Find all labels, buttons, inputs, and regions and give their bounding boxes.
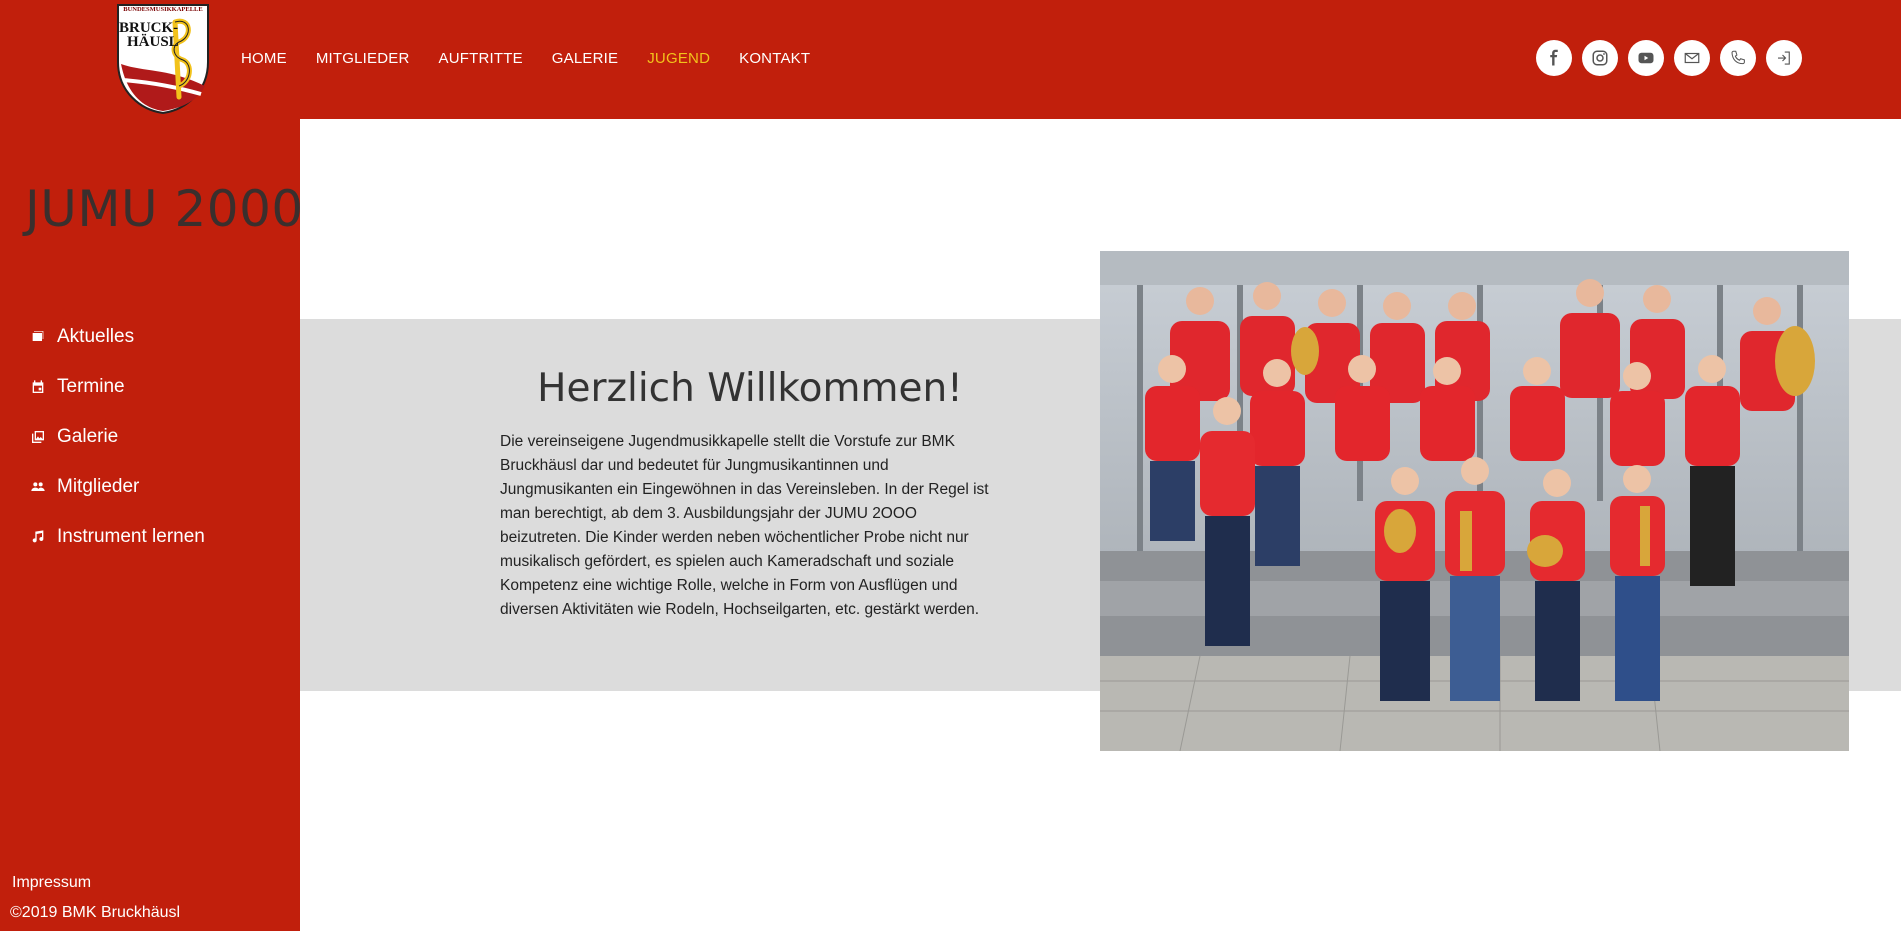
facebook-button[interactable] [1536, 40, 1572, 76]
music-note-icon [32, 530, 44, 543]
nav-jugend[interactable]: JUGEND [647, 50, 710, 67]
logo-line2: HÄUSL [127, 34, 179, 50]
welcome-text: Die vereinseigene Jugendmusikkapelle ste… [500, 433, 989, 618]
nav-home[interactable]: HOME [241, 50, 287, 67]
nav-mitglieder[interactable]: MITGLIEDER [316, 50, 410, 67]
sidebar-menu: Aktuelles Termine Galerie Mitglieder Ins… [30, 312, 205, 562]
impressum-link[interactable]: Impressum [12, 874, 91, 892]
mail-button[interactable] [1674, 40, 1710, 76]
phone-icon [1731, 50, 1745, 65]
sidebar-item-mitglieder[interactable]: Mitglieder [30, 462, 205, 512]
facebook-icon [1550, 49, 1558, 66]
club-logo[interactable] [113, 2, 213, 115]
group-photo-illustration [1100, 251, 1849, 751]
news-icon [32, 331, 44, 341]
youtube-icon [1638, 52, 1654, 64]
logo-top-text: BUNDESMUSIKKAPELLE [123, 6, 203, 13]
people-icon [31, 482, 45, 491]
sidebar-item-aktuelles[interactable]: Aktuelles [30, 312, 205, 362]
main-nav: HOME MITGLIEDER AUFTRITTE GALERIE JUGEND… [241, 50, 839, 67]
sidebar-item-label: Aktuelles [57, 326, 135, 347]
copyright-text: ©2019 BMK Bruckhäusl [10, 904, 181, 921]
login-icon [1778, 51, 1790, 65]
top-header: BUNDESMUSIKKAPELLE BRUCK- HÄUSL HOME MIT… [0, 0, 1901, 119]
sidebar-item-label: Instrument lernen [57, 526, 205, 547]
sidebar-item-label: Termine [57, 376, 125, 397]
sidebar-item-galerie[interactable]: Galerie [30, 412, 205, 462]
nav-kontakt[interactable]: KONTAKT [739, 50, 810, 67]
nav-auftritte[interactable]: AUFTRITTE [439, 50, 523, 67]
nav-galerie[interactable]: GALERIE [552, 50, 618, 67]
instagram-button[interactable] [1582, 40, 1618, 76]
phone-button[interactable] [1720, 40, 1756, 76]
youtube-button[interactable] [1628, 40, 1664, 76]
sidebar-item-termine[interactable]: Termine [30, 362, 205, 412]
sidebar-item-label: Galerie [57, 426, 119, 447]
login-button[interactable] [1766, 40, 1802, 76]
mail-icon [1684, 52, 1700, 64]
sidebar-title: JUMU 2000 [25, 180, 304, 238]
social-links [1536, 40, 1812, 76]
sidebar-item-instrument-lernen[interactable]: Instrument lernen [30, 512, 205, 562]
sidebar-item-label: Mitglieder [57, 476, 140, 497]
instagram-icon [1592, 50, 1608, 66]
group-photo [1100, 251, 1849, 751]
gallery-icon [32, 431, 44, 443]
calendar-icon [32, 380, 44, 393]
welcome-title: Herzlich Willkommen! [537, 366, 963, 411]
